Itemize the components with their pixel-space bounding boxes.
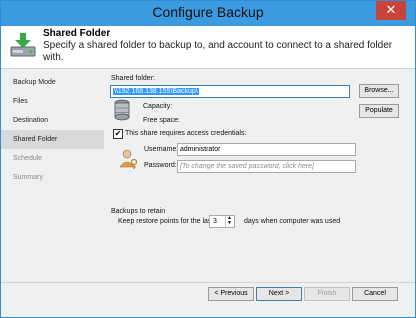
- shared-folder-label: Shared folder:: [111, 75, 155, 82]
- credentials-checkbox[interactable]: ✔: [113, 129, 123, 139]
- page-title: Shared Folder: [43, 28, 111, 39]
- footer-separator: [1, 282, 415, 283]
- nav-item-schedule: Schedule: [13, 155, 43, 162]
- shared-folder-value: \\192.168.138.155\Backup\: [113, 88, 199, 95]
- page-description: Specify a shared folder to backup to, an…: [43, 40, 393, 63]
- download-drive-icon: [10, 33, 36, 57]
- nav-item-files[interactable]: Files: [1, 92, 104, 111]
- retain-days-value: 3: [213, 218, 217, 225]
- password-input[interactable]: [To change the saved password, click her…: [177, 160, 356, 173]
- free-space-label: Free space:: [143, 117, 180, 124]
- window-title: Configure Backup: [152, 4, 264, 20]
- main-panel: Shared folder: \\192.168.138.155\Backup\…: [104, 69, 415, 282]
- cancel-button[interactable]: Cancel: [352, 287, 398, 301]
- retain-days-stepper[interactable]: 3 ▲ ▼: [209, 215, 235, 228]
- wizard-header: Shared Folder Specify a shared folder to…: [1, 26, 415, 69]
- user-key-icon: [119, 149, 138, 169]
- storage-drive-icon: [114, 99, 130, 121]
- wizard-nav: Backup Mode Files Destination Shared Fol…: [1, 69, 104, 282]
- finish-button: Finish: [304, 287, 350, 301]
- username-label: Username:: [144, 146, 179, 153]
- title-bar: Configure Backup ✕: [1, 1, 415, 26]
- capacity-label: Capacity:: [143, 103, 173, 110]
- retain-section-label: Backups to retain: [111, 208, 166, 215]
- browse-button[interactable]: Browse...: [359, 84, 399, 98]
- next-button[interactable]: Next >: [256, 287, 302, 301]
- password-label: Password:: [144, 162, 177, 169]
- retain-suffix-label: days when computer was used: [244, 218, 341, 225]
- nav-item-backup-mode[interactable]: Backup Mode: [1, 73, 104, 92]
- configure-backup-window: Configure Backup ✕ Shared Folder Specify…: [0, 0, 416, 318]
- nav-item-shared-folder[interactable]: Shared Folder: [1, 130, 104, 149]
- username-input[interactable]: administrator: [177, 143, 356, 156]
- credentials-checkbox-label: This share requires access credentials:: [125, 130, 247, 137]
- populate-button[interactable]: Populate: [359, 104, 399, 118]
- previous-button[interactable]: < Previous: [208, 287, 254, 301]
- nav-item-destination[interactable]: Destination: [1, 111, 104, 130]
- retain-prefix-label: Keep restore points for the last: [118, 218, 214, 225]
- shared-folder-input[interactable]: \\192.168.138.155\Backup\: [110, 85, 350, 98]
- nav-item-summary: Summary: [13, 174, 43, 181]
- close-button[interactable]: ✕: [376, 1, 406, 20]
- spinner-arrows-icon[interactable]: ▲ ▼: [225, 216, 233, 227]
